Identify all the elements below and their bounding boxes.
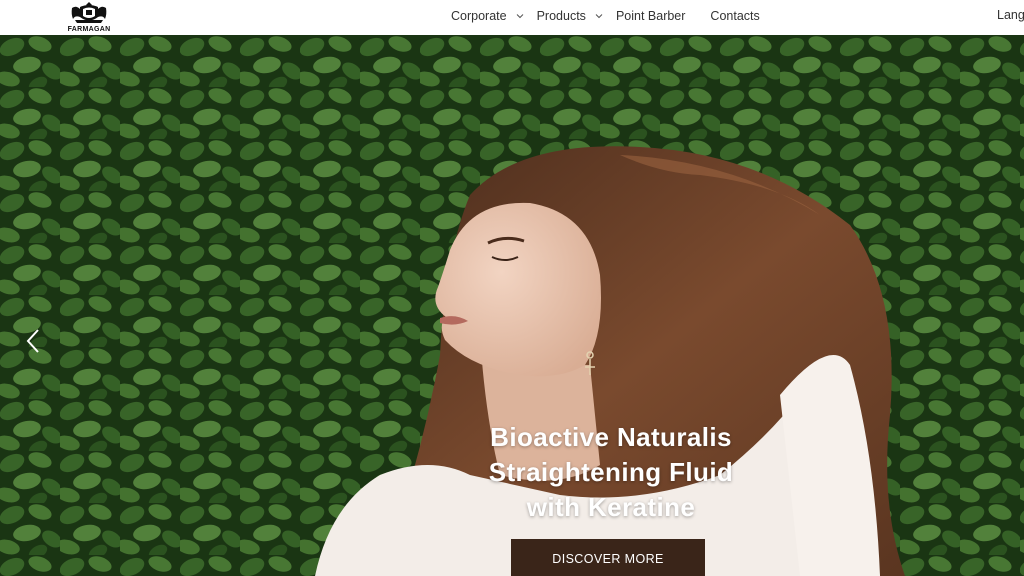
hero-title: Bioactive Naturalis Straightening Fluid … — [411, 420, 811, 525]
nav-item-label: Point Barber — [615, 8, 686, 23]
nav-item-products[interactable]: Products — [537, 9, 604, 23]
site-header: FARMAGAN Corporate Products Point Barber… — [0, 0, 1024, 35]
nav-item-corporate[interactable]: Corporate — [451, 9, 525, 23]
nav-item-point-barber[interactable]: Point Barber — [616, 9, 685, 23]
nav-item-label: Contacts — [710, 8, 760, 23]
chevron-left-icon[interactable] — [22, 327, 44, 355]
hero-banner: Bioactive Naturalis Straightening Fluid … — [0, 35, 1024, 576]
nav-item-label: Corporate — [451, 8, 507, 23]
brand-logo[interactable]: FARMAGAN — [66, 1, 112, 34]
nav-item-contacts[interactable]: Contacts — [710, 9, 759, 23]
chevron-down-icon — [516, 13, 523, 18]
hero-title-line: Bioactive Naturalis — [490, 422, 732, 452]
nav-item-label: Products — [536, 8, 586, 23]
main-nav: Corporate Products Point Barber Contacts — [451, 0, 760, 31]
hero-title-line: with Keratine — [526, 492, 696, 522]
crest-icon — [71, 2, 107, 23]
discover-more-button[interactable]: DISCOVER MORE — [511, 539, 705, 576]
logo-text: FARMAGAN — [67, 26, 111, 33]
language-selector[interactable]: Language — [997, 8, 1024, 22]
chevron-down-icon — [595, 13, 603, 18]
hero-title-line: Straightening Fluid — [488, 457, 734, 487]
